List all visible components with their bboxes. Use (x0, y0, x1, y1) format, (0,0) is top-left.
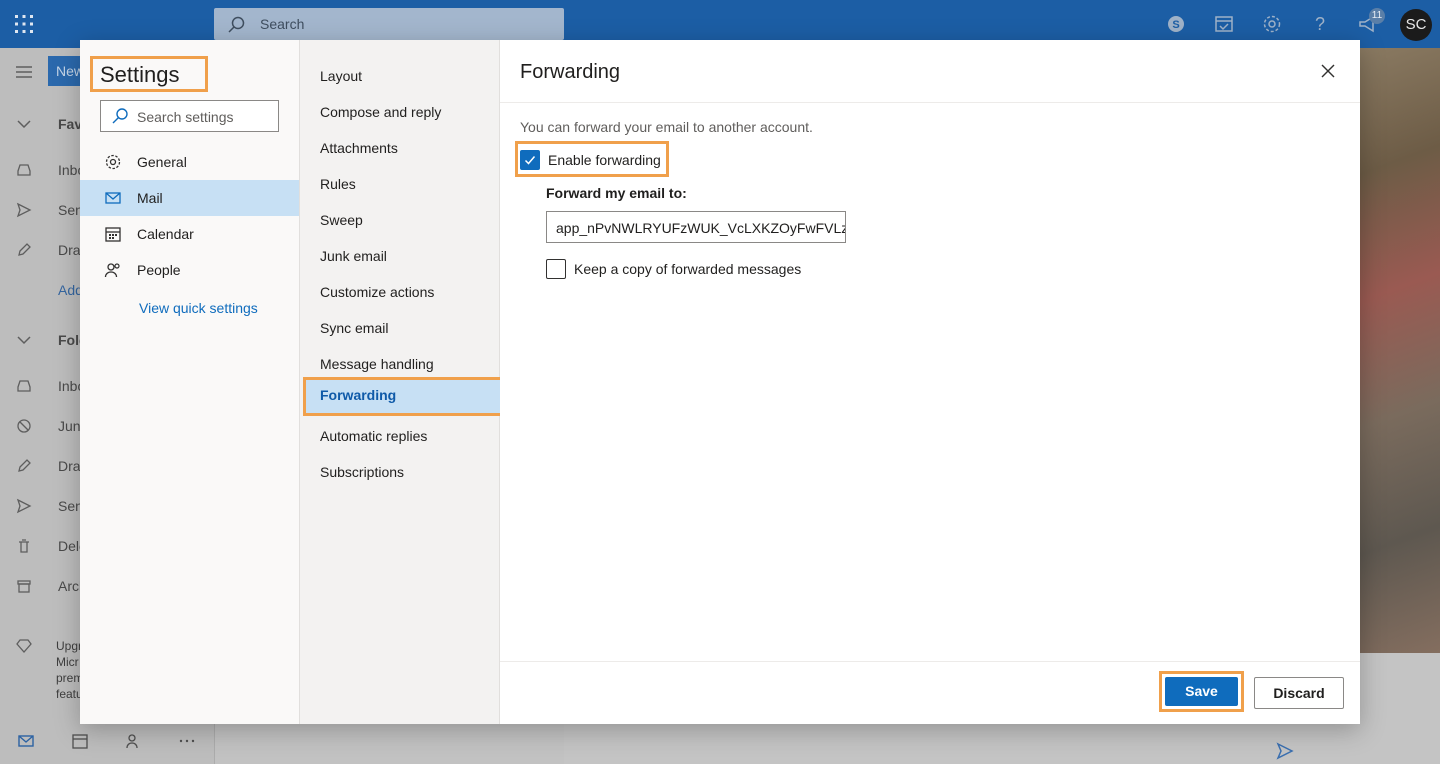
calendar-icon (105, 227, 121, 242)
discard-button[interactable]: Discard (1254, 677, 1344, 709)
forwarding-description: You can forward your email to another ac… (520, 119, 813, 135)
subsection-junk-email[interactable]: Junk email (300, 238, 499, 274)
subsection-label: Subscriptions (320, 464, 405, 480)
mail-icon (105, 192, 121, 204)
forward-to-input[interactable]: app_nPvNWLRYUFzWUK_VcLXKZOyFwFVLz... (546, 211, 846, 243)
skype-icon[interactable]: S (1164, 12, 1188, 36)
search-icon (228, 16, 245, 33)
gear-icon (105, 154, 121, 170)
search-settings-placeholder: Search settings (137, 109, 234, 125)
inbox-icon (17, 380, 31, 392)
top-search-label: Search (260, 16, 305, 32)
subsection-sweep[interactable]: Sweep (300, 202, 499, 238)
pane-title: Forwarding (520, 61, 621, 83)
keep-copy-label[interactable]: Keep a copy of forwarded messages (574, 261, 801, 277)
save-button[interactable]: Save (1165, 677, 1238, 706)
subsection-label: Rules (320, 176, 356, 192)
checkmark-icon (524, 156, 536, 165)
more-icon[interactable] (178, 732, 196, 750)
subsection-compose-and-reply[interactable]: Compose and reply (300, 94, 499, 130)
mail-nav-icon[interactable] (17, 732, 35, 750)
folder-item-label[interactable]: Dra (58, 458, 81, 474)
search-settings-input[interactable]: Search settings (100, 100, 279, 132)
chevron-down-icon[interactable] (16, 332, 32, 348)
subsection-label: Message handling (320, 356, 434, 372)
settings-icon[interactable] (1260, 12, 1284, 36)
search-icon (112, 108, 128, 124)
forward-to-label: Forward my email to: (546, 185, 687, 201)
diamond-icon (16, 639, 32, 653)
subsection-layout[interactable]: Layout (300, 58, 499, 94)
avatar[interactable]: SC (1400, 9, 1432, 41)
svg-text:S: S (1172, 19, 1179, 31)
top-search-box[interactable]: Search (214, 8, 564, 40)
subsection-label: Compose and reply (320, 104, 442, 120)
category-label: General (137, 154, 187, 170)
chevron-down-icon[interactable] (16, 116, 32, 132)
subsection-subscriptions[interactable]: Subscriptions (300, 454, 499, 490)
sent-icon (16, 498, 32, 514)
hamburger-icon[interactable] (14, 62, 34, 82)
svg-text:?: ? (1315, 14, 1325, 34)
settings-categories-pane: Settings Search settings General Mail Ca… (80, 40, 300, 724)
draft-icon (18, 243, 31, 256)
divider (500, 102, 1360, 103)
category-people[interactable]: People (80, 252, 299, 288)
delete-icon (19, 539, 29, 553)
category-label: Mail (137, 190, 163, 206)
mail-subsections-pane: Layout Compose and reply Attachments Rul… (300, 40, 503, 724)
settings-dialog: Settings Search settings General Mail Ca… (80, 40, 1360, 724)
close-icon[interactable] (1318, 61, 1338, 81)
subsection-forwarding[interactable]: Forwarding (303, 377, 503, 416)
subsection-automatic-replies[interactable]: Automatic replies (300, 418, 499, 454)
save-button-highlight: Save (1159, 671, 1244, 712)
subsection-label: Junk email (320, 248, 387, 264)
category-label: People (137, 262, 181, 278)
subsection-sync-email[interactable]: Sync email (300, 310, 499, 346)
draft-icon (18, 459, 31, 472)
subsection-label: Sweep (320, 212, 363, 228)
people-nav-icon[interactable] (125, 732, 143, 750)
subsection-label: Customize actions (320, 284, 435, 300)
inbox-icon (17, 164, 31, 176)
category-mail[interactable]: Mail (80, 180, 299, 216)
category-calendar[interactable]: Calendar (80, 216, 299, 252)
category-label: Calendar (137, 226, 194, 242)
subsection-label: Attachments (320, 140, 398, 156)
subsection-customize-actions[interactable]: Customize actions (300, 274, 499, 310)
sent-icon (16, 202, 32, 218)
subsection-rules[interactable]: Rules (300, 166, 499, 202)
nav-item-label[interactable]: Dra (58, 242, 81, 258)
subsection-label: Automatic replies (320, 428, 428, 444)
folder-item-label[interactable]: Jun (58, 418, 81, 434)
junk-icon (17, 419, 31, 433)
footer-divider (500, 661, 1360, 662)
send-icon[interactable] (1276, 742, 1294, 760)
app-launcher-icon[interactable] (12, 12, 36, 36)
calendar-nav-icon[interactable] (71, 732, 89, 750)
enable-forwarding-highlight: Enable forwarding (515, 141, 669, 177)
enable-forwarding-checkbox[interactable] (520, 150, 540, 170)
people-icon (104, 263, 120, 278)
forwarding-pane: Forwarding You can forward your email to… (500, 40, 1360, 724)
help-icon[interactable]: ? (1308, 12, 1332, 36)
settings-title: Settings (90, 56, 208, 92)
notification-badge: 11 (1369, 8, 1385, 24)
archive-icon (17, 580, 31, 593)
view-quick-settings-link[interactable]: View quick settings (139, 300, 258, 316)
subsection-label: Forwarding (320, 387, 397, 403)
background-image (1360, 48, 1440, 653)
enable-forwarding-label[interactable]: Enable forwarding (548, 152, 661, 168)
my-day-icon[interactable] (1212, 12, 1236, 36)
subsection-label: Sync email (320, 320, 389, 336)
category-general[interactable]: General (80, 144, 299, 180)
subsection-label: Layout (320, 68, 363, 84)
subsection-attachments[interactable]: Attachments (300, 130, 499, 166)
keep-copy-checkbox[interactable] (546, 259, 566, 279)
